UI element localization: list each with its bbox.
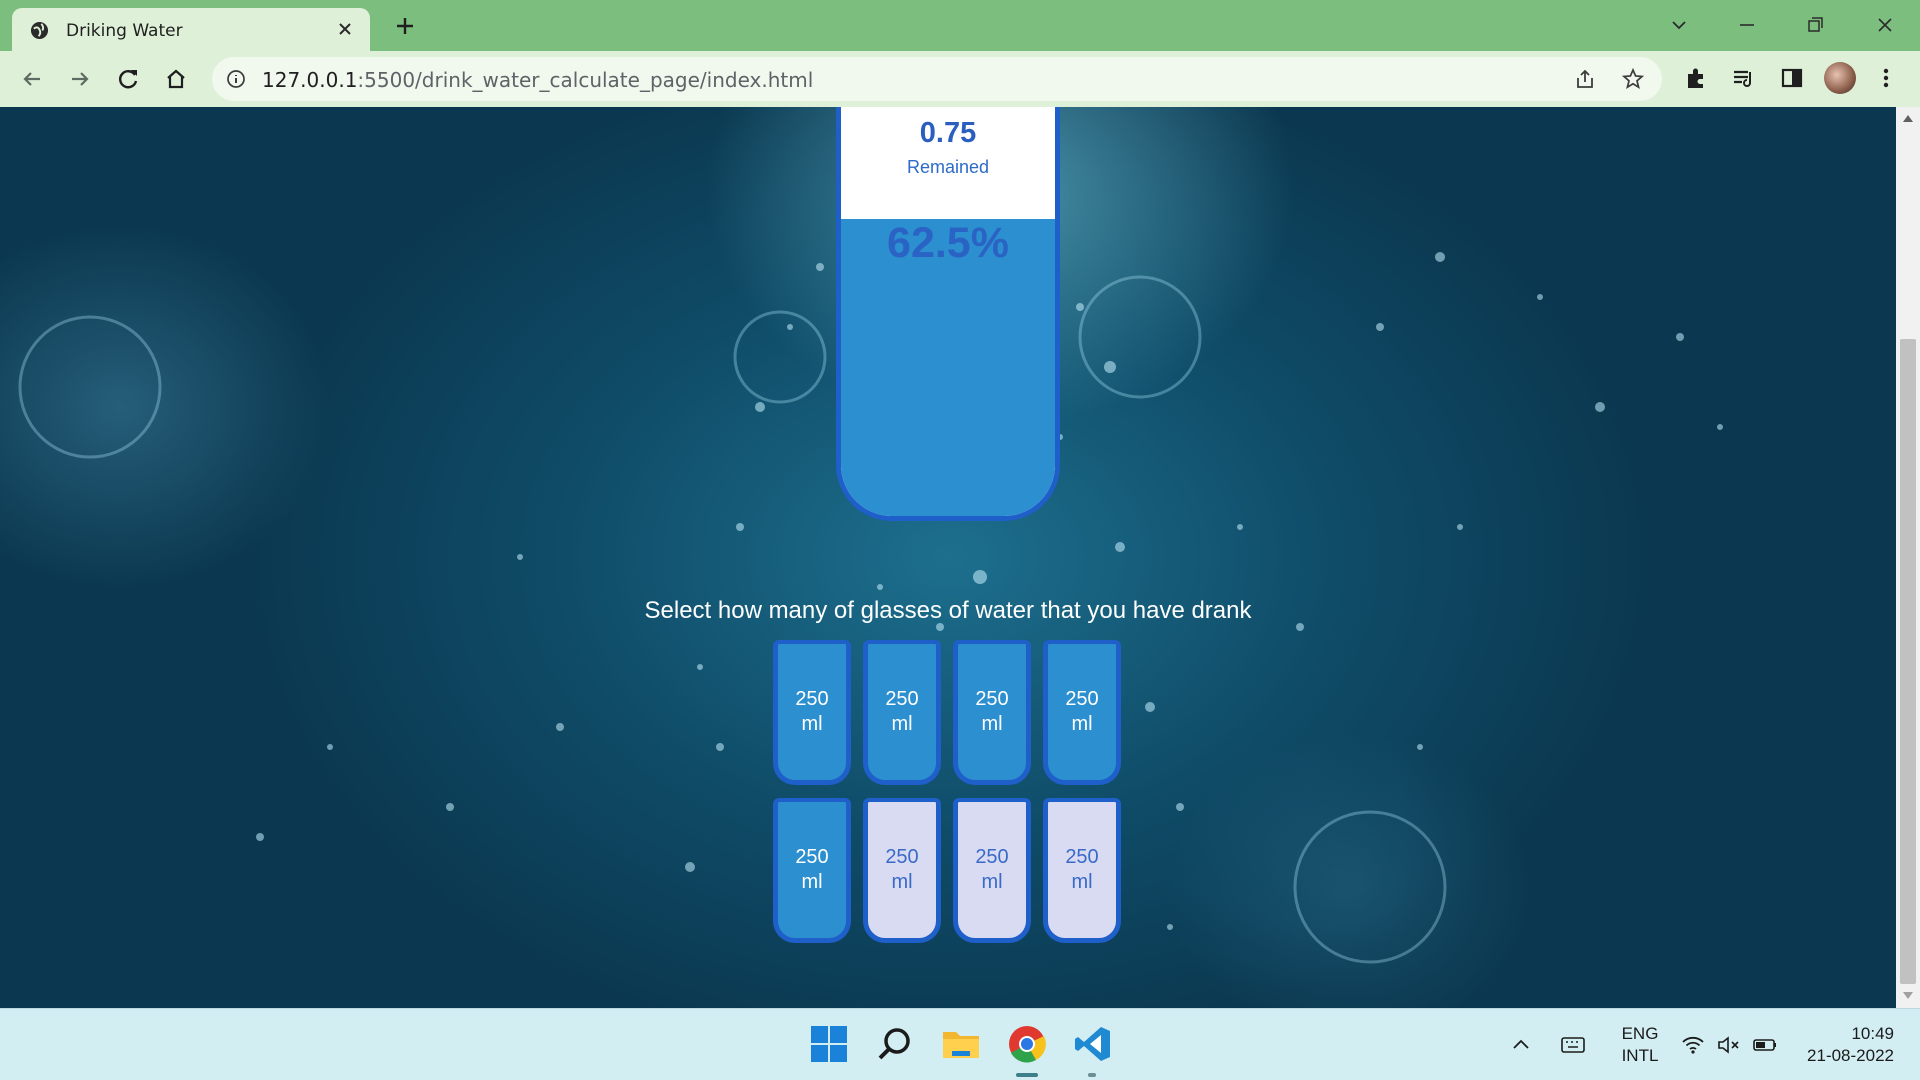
browser-tab[interactable]: Driking Water [12, 8, 370, 51]
tab-strip: Driking Water [0, 0, 1920, 51]
glass-label: 250 ml [975, 688, 1009, 735]
windows-start-icon[interactable] [808, 1023, 850, 1065]
scroll-up-arrow-icon[interactable] [1902, 113, 1914, 123]
keyboard-icon[interactable] [1560, 1033, 1586, 1057]
glass-label: 250 ml [885, 688, 919, 735]
browser-toolbar: 127.0.0.1:5500/drink_water_calculate_pag… [0, 51, 1920, 107]
remained-section: 0.75 Remained [841, 107, 1055, 219]
profile-avatar[interactable] [1824, 62, 1856, 94]
taskbar: ENG INTL 10:49 21-08-2022 [0, 1008, 1920, 1080]
glass-1[interactable]: 250 ml [773, 640, 851, 785]
side-panel-icon[interactable] [1778, 64, 1806, 92]
search-icon[interactable] [874, 1023, 916, 1065]
file-explorer-icon[interactable] [940, 1023, 982, 1065]
new-tab-icon[interactable] [390, 11, 420, 41]
glass-6[interactable]: 250 ml [863, 798, 941, 943]
chrome-icon[interactable] [1006, 1023, 1048, 1065]
minimize-icon[interactable] [1732, 10, 1762, 40]
extensions-icon[interactable] [1682, 64, 1710, 92]
share-icon[interactable] [1574, 68, 1596, 90]
language-indicator[interactable]: ENG INTL [1618, 1023, 1662, 1067]
glass-4[interactable]: 250 ml [1043, 640, 1121, 785]
glass-2[interactable]: 250 ml [863, 640, 941, 785]
glass-label: 250 ml [1065, 688, 1099, 735]
chevron-up-icon[interactable] [1508, 1033, 1534, 1057]
tab-search-chevron-icon[interactable] [1664, 10, 1694, 40]
media-controls-icon[interactable] [1730, 64, 1758, 92]
volume-muted-icon[interactable] [1716, 1033, 1742, 1057]
glass-label: 250 ml [795, 688, 829, 735]
restore-icon[interactable] [1800, 10, 1830, 40]
reload-icon[interactable] [112, 63, 144, 95]
globe-icon [30, 21, 49, 40]
vscode-icon[interactable] [1072, 1023, 1114, 1065]
clock[interactable]: 10:49 21-08-2022 [1807, 1023, 1894, 1067]
glass-7[interactable]: 250 ml [953, 798, 1031, 943]
site-info-icon[interactable] [226, 69, 246, 89]
clock-time: 10:49 [1851, 1024, 1894, 1043]
glass-label: 250 ml [885, 846, 919, 893]
glass-8[interactable]: 250 ml [1043, 798, 1121, 943]
glass-label: 250 ml [975, 846, 1009, 893]
chrome-active-indicator [1016, 1073, 1038, 1077]
remained-liters: 0.75 [919, 117, 977, 149]
more-menu-icon[interactable] [1872, 64, 1900, 92]
scroll-down-arrow-icon[interactable] [1902, 991, 1914, 1001]
vertical-scrollbar[interactable] [1896, 107, 1920, 1008]
tab-title: Driking Water [66, 21, 183, 41]
page-viewport: 0.75 Remained 62.5% Select how many of g… [0, 107, 1896, 1008]
remained-label: Remained [906, 157, 990, 177]
bookmark-star-icon[interactable] [1622, 68, 1644, 90]
scroll-thumb[interactable] [1900, 339, 1916, 984]
vscode-running-indicator [1088, 1073, 1096, 1077]
glass-label: 250 ml [795, 846, 829, 893]
home-icon[interactable] [160, 63, 192, 95]
glasses-grid: 250 ml 250 ml 250 ml 250 ml 250 ml 250 ml 250 m… [773, 640, 1123, 943]
url-host: 127.0.0.1 [262, 68, 358, 92]
back-icon[interactable] [16, 63, 48, 95]
glass-5[interactable]: 250 ml [773, 798, 851, 943]
instruction-text: Select how many of glasses of water that… [644, 597, 1252, 624]
percentage-text: 62.5% [887, 219, 1009, 267]
close-tab-icon[interactable] [332, 16, 358, 42]
glass-label: 250 ml [1065, 846, 1099, 893]
close-window-icon[interactable] [1870, 10, 1900, 40]
glass-3[interactable]: 250 ml [953, 640, 1031, 785]
forward-icon[interactable] [64, 63, 96, 95]
url-path: :5500/drink_water_calculate_page/index.h… [357, 68, 814, 92]
wifi-icon[interactable] [1680, 1033, 1706, 1057]
water-level-cup: 0.75 Remained 62.5% [836, 107, 1060, 521]
url-text: 127.0.0.1:5500/drink_water_calculate_pag… [262, 68, 813, 92]
address-bar[interactable]: 127.0.0.1:5500/drink_water_calculate_pag… [212, 57, 1662, 101]
clock-date: 21-08-2022 [1807, 1046, 1894, 1065]
battery-icon[interactable] [1752, 1033, 1778, 1057]
